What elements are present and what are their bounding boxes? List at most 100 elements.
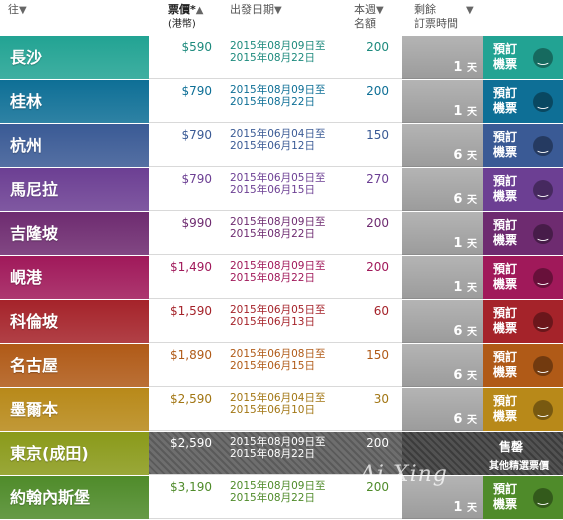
smile-icon: ‿ [533,180,553,200]
book-ticket-button[interactable]: 預訂機票 ‿ [483,300,563,343]
price: $1,490 [170,260,212,274]
time-remaining: 6 天 [402,388,483,431]
price: $2,590 [170,392,212,406]
other-fares-link[interactable]: 其他精選票價 [489,457,549,472]
fare-table: 往▼ 票價*▲ (港幣) 出發日期▼ 本週▼ 名額 剩餘 ▼ 訂票時間 長沙 $59… [0,0,563,520]
table-row[interactable]: 東京(成田) $2,590 2015年08月09日至 2015年08月22日 200 售罄… [0,432,563,475]
book-ticket-button[interactable]: 預訂機票 ‿ [483,388,563,431]
book-ticket-label: 預訂機票 [493,306,518,335]
destination-cell[interactable]: 桂林 [0,80,149,123]
table-row[interactable]: 科倫坡 $1,590 2015年06月05日至 2015年06月13日 60 6 天預訂機… [0,300,563,343]
weekly-seats: 60 [373,304,389,318]
price: $3,190 [170,480,212,494]
watermark: Ai Xing [360,462,448,487]
sort-date[interactable]: 出發日期▼ [230,3,282,17]
smile-icon: ‿ [533,224,553,244]
sort-seats[interactable]: 本週▼ 名額 [354,3,384,30]
sold-out-label: 售罄 [498,440,523,454]
smile-icon: ‿ [533,48,553,68]
table-row[interactable]: 杭州 $790 2015年06月04日至 2015年06月12日 150 6 天預訂機票 ‿ [0,124,563,167]
time-remaining: 1 天 [402,256,483,299]
book-ticket-button[interactable]: 預訂機票 ‿ [483,36,563,79]
price: $2,590 [170,436,212,450]
price: $790 [181,128,212,142]
table-row[interactable]: 長沙 $590 2015年08月09日至 2015年08月22日 200 1 天預訂機票 ‿ [0,36,563,79]
weekly-seats: 150 [366,128,389,142]
book-ticket-button[interactable]: 預訂機票 ‿ [483,256,563,299]
fare-info: $990 2015年08月09日至 2015年08月22日 200 [149,212,402,255]
travel-dates: 2015年08月09日至 2015年08月22日 [230,84,326,108]
time-remaining: 6 天 [402,168,483,211]
book-ticket-button[interactable]: 預訂機票 ‿ [483,344,563,387]
time-remaining: 6 天 [402,300,483,343]
weekly-seats: 200 [366,216,389,230]
table-row[interactable]: 約翰內斯堡 $3,190 2015年08月09日至 2015年08月22日 200 1 天… [0,476,563,519]
travel-dates: 2015年08月09日至 2015年08月22日 [230,216,326,240]
smile-icon: ‿ [533,268,553,288]
weekly-seats: 200 [366,436,389,450]
fare-info: $1,490 2015年08月09日至 2015年08月22日 200 [149,256,402,299]
destination-cell[interactable]: 科倫坡 [0,300,149,343]
table-row[interactable]: 峴港 $1,490 2015年08月09日至 2015年08月22日 200 1 天預訂機… [0,256,563,299]
book-ticket-label: 預訂機票 [493,482,518,511]
fare-info: $790 2015年08月09日至 2015年08月22日 200 [149,80,402,123]
book-ticket-button[interactable]: 預訂機票 ‿ [483,476,563,519]
price: $790 [181,84,212,98]
sort-remaining[interactable]: 剩餘 ▼ 訂票時間 [414,3,474,30]
travel-dates: 2015年06月05日至 2015年06月15日 [230,172,326,196]
destination-cell[interactable]: 長沙 [0,36,149,79]
table-row[interactable]: 名古屋 $1,890 2015年06月08日至 2015年06月15日 150 6 天預訂… [0,344,563,387]
travel-dates: 2015年08月09日至 2015年08月22日 [230,40,326,64]
book-ticket-button[interactable]: 預訂機票 ‿ [483,124,563,167]
fare-info: $590 2015年08月09日至 2015年08月22日 200 [149,36,402,79]
fare-info: $790 2015年06月05日至 2015年06月15日 270 [149,168,402,211]
smile-icon: ‿ [533,356,553,376]
travel-dates: 2015年08月09日至 2015年08月22日 [230,480,326,504]
travel-dates: 2015年08月09日至 2015年08月22日 [230,260,326,284]
travel-dates: 2015年06月04日至 2015年06月12日 [230,128,326,152]
book-ticket-button[interactable]: 預訂機票 ‿ [483,80,563,123]
destination-cell[interactable]: 馬尼拉 [0,168,149,211]
destination-cell[interactable]: 名古屋 [0,344,149,387]
travel-dates: 2015年06月05日至 2015年06月13日 [230,304,326,328]
weekly-seats: 200 [366,260,389,274]
sort-down-icon: ▼ [376,5,384,16]
travel-dates: 2015年08月09日至 2015年08月22日 [230,436,326,460]
sort-down-icon: ▼ [274,5,282,16]
sort-up-icon: ▲ [195,5,204,16]
weekly-seats: 200 [366,40,389,54]
book-ticket-label: 預訂機票 [493,42,518,71]
destination-cell[interactable]: 峴港 [0,256,149,299]
table-header: 往▼ 票價*▲ (港幣) 出發日期▼ 本週▼ 名額 剩餘 ▼ 訂票時間 [0,0,563,36]
sort-price[interactable]: 票價*▲ (港幣) [168,3,203,31]
smile-icon: ‿ [533,136,553,156]
book-ticket-button[interactable]: 預訂機票 ‿ [483,212,563,255]
smile-icon: ‿ [533,92,553,112]
book-ticket-label: 預訂機票 [493,174,518,203]
sort-destination[interactable]: 往▼ [8,3,27,17]
destination-cell[interactable]: 約翰內斯堡 [0,476,149,519]
fare-info: $1,890 2015年06月08日至 2015年06月15日 150 [149,344,402,387]
table-row[interactable]: 馬尼拉 $790 2015年06月05日至 2015年06月15日 270 6 天預訂機票… [0,168,563,211]
destination-cell[interactable]: 吉隆坡 [0,212,149,255]
destination-cell[interactable]: 墨爾本 [0,388,149,431]
smile-icon: ‿ [533,488,553,508]
table-row[interactable]: 吉隆坡 $990 2015年08月09日至 2015年08月22日 200 1 天預訂機票… [0,212,563,255]
table-row[interactable]: 墨爾本 $2,590 2015年06月04日至 2015年06月10日 30 6 天預訂機… [0,388,563,431]
destination-cell[interactable]: 杭州 [0,124,149,167]
book-ticket-button[interactable]: 預訂機票 ‿ [483,168,563,211]
fare-info: $1,590 2015年06月05日至 2015年06月13日 60 [149,300,402,343]
fare-info: $790 2015年06月04日至 2015年06月12日 150 [149,124,402,167]
travel-dates: 2015年06月04日至 2015年06月10日 [230,392,326,416]
destination-cell[interactable]: 東京(成田) [0,432,149,475]
price: $990 [181,216,212,230]
book-ticket-label: 預訂機票 [493,130,518,159]
book-ticket-label: 預訂機票 [493,86,518,115]
price: $1,590 [170,304,212,318]
sort-down-icon: ▼ [19,5,27,16]
fare-info: $2,590 2015年06月04日至 2015年06月10日 30 [149,388,402,431]
price: $790 [181,172,212,186]
travel-dates: 2015年06月08日至 2015年06月15日 [230,348,326,372]
table-row[interactable]: 桂林 $790 2015年08月09日至 2015年08月22日 200 1 天預訂機票 ‿ [0,80,563,123]
sort-down-icon: ▼ [466,5,474,16]
